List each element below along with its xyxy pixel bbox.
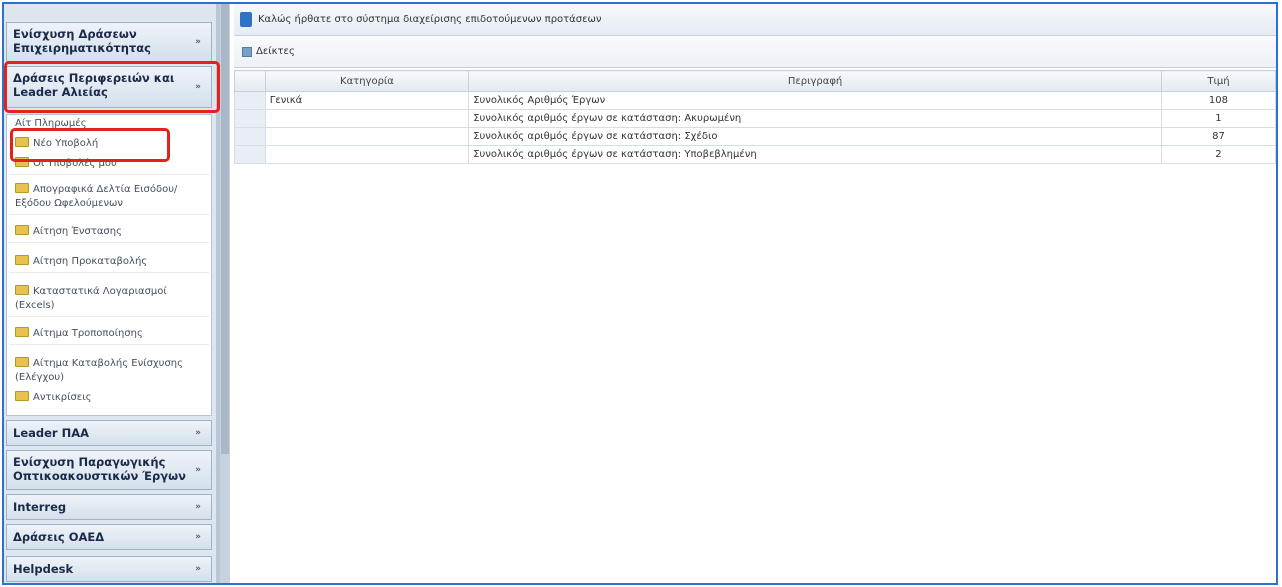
chevron-icon[interactable]: » [193, 502, 203, 512]
table-row[interactable]: Συνολικός αριθμός έργων σε κατάσταση: Ακ… [234, 109, 1276, 128]
folder-icon [15, 357, 29, 367]
section-label: Helpdesk [13, 562, 74, 576]
section-oaed[interactable]: Δράσεις ΟΑΕΔ » [6, 524, 212, 550]
section-entrepreneurship[interactable]: Ενίσχυση Δράσεων Επιχειρηματικότητας » [6, 22, 212, 62]
cell-category [264, 127, 470, 146]
highlight-new-submission [10, 128, 170, 162]
section-helpdesk[interactable]: Helpdesk » [6, 556, 212, 582]
sidebar-scrollbar[interactable] [220, 4, 230, 583]
cell-description: Συνολικός αριθμός έργων σε κατάσταση: Ακ… [468, 109, 1162, 128]
folder-icon [15, 391, 29, 401]
chevron-icon[interactable]: » [193, 532, 203, 542]
cell-category [264, 145, 470, 164]
folder-icon [15, 285, 29, 295]
row-number-header [234, 70, 266, 92]
column-header-description[interactable]: Περιγραφή [468, 70, 1162, 92]
menu-item-beneficiary-forms[interactable]: Απογραφικά Δελτία Εισόδου/ Εξόδου Ωφελού… [9, 183, 209, 215]
chevron-icon[interactable]: » [193, 564, 203, 574]
menu-item-advance[interactable]: Αίτηση Προκαταβολής [9, 255, 209, 273]
folder-icon [15, 255, 29, 265]
cell-category: Γενικά [264, 91, 470, 110]
menu-item-objection[interactable]: Αίτηση Ένστασης [9, 225, 209, 243]
section-label: Ενίσχυση Παραγωγικής Οπτικοακουστικών Έρ… [13, 455, 186, 483]
section-label: Interreg [13, 500, 67, 514]
section-interreg[interactable]: Interreg » [6, 494, 212, 520]
cell-description: Συνολικός Αριθμός Έργων [468, 91, 1162, 110]
chevron-icon[interactable]: » [193, 428, 203, 438]
section-label: Leader ΠΑΑ [13, 426, 90, 440]
menu-item-excels[interactable]: Καταστατικά Λογαριασμοί (Excels) [9, 285, 209, 317]
app-window: Ενίσχυση Δράσεων Επιχειρηματικότητας » Δ… [2, 2, 1278, 585]
indicators-toolbar[interactable]: Δείκτες [234, 36, 1276, 68]
cell-description: Συνολικός αριθμός έργων σε κατάσταση: Υπ… [468, 145, 1162, 164]
sidebar: Ενίσχυση Δράσεων Επιχειρηματικότητας » Δ… [4, 4, 230, 583]
cell-value: 2 [1160, 145, 1276, 164]
chevron-icon[interactable]: » [193, 465, 203, 475]
column-header-category[interactable]: Κατηγορία [264, 70, 470, 92]
folder-icon [15, 183, 29, 193]
section-label: Ενίσχυση Δράσεων Επιχειρηματικότητας [13, 27, 151, 55]
table-row[interactable]: Συνολικός αριθμός έργων σε κατάσταση: Υπ… [234, 145, 1276, 164]
main-panel: Καλώς ήρθατε στο σύστημα διαχείρισης επι… [234, 4, 1276, 583]
section-leader-paa[interactable]: Leader ΠΑΑ » [6, 420, 212, 446]
table-row[interactable]: Συνολικός αριθμός έργων σε κατάσταση: Σχ… [234, 127, 1276, 146]
scrollbar-thumb[interactable] [221, 4, 229, 454]
cell-description: Συνολικός αριθμός έργων σε κατάσταση: Σχ… [468, 127, 1162, 146]
chevron-icon[interactable]: » [193, 37, 203, 47]
cell-value: 1 [1160, 109, 1276, 128]
chart-icon [242, 47, 252, 57]
highlight-section [4, 61, 220, 113]
menu-item-counterparts[interactable]: Αντικρίσεις [15, 391, 205, 405]
menu-item-modification[interactable]: Αίτημα Τροποποίησης [9, 327, 209, 345]
panel-title: Καλώς ήρθατε στο σύστημα διαχείρισης επι… [234, 4, 1276, 36]
cell-value: 87 [1160, 127, 1276, 146]
column-header-value[interactable]: Τιμή [1160, 70, 1276, 92]
menu-item-payment-request[interactable]: Αίτημα Καταβολής Ενίσχυσης (Ελέγχου) [15, 357, 205, 385]
cell-category [264, 109, 470, 128]
document-icon [240, 12, 252, 27]
table-row[interactable]: Γενικά Συνολικός Αριθμός Έργων 108 [234, 91, 1276, 110]
section-audiovisual[interactable]: Ενίσχυση Παραγωγικής Οπτικοακουστικών Έρ… [6, 450, 212, 490]
indicators-table: Κατηγορία Περιγραφή Τιμή Γενικά Συνολικό… [234, 70, 1276, 164]
section-label: Δράσεις ΟΑΕΔ [13, 530, 105, 544]
cell-value: 108 [1160, 91, 1276, 110]
folder-icon [15, 225, 29, 235]
folder-icon [15, 327, 29, 337]
